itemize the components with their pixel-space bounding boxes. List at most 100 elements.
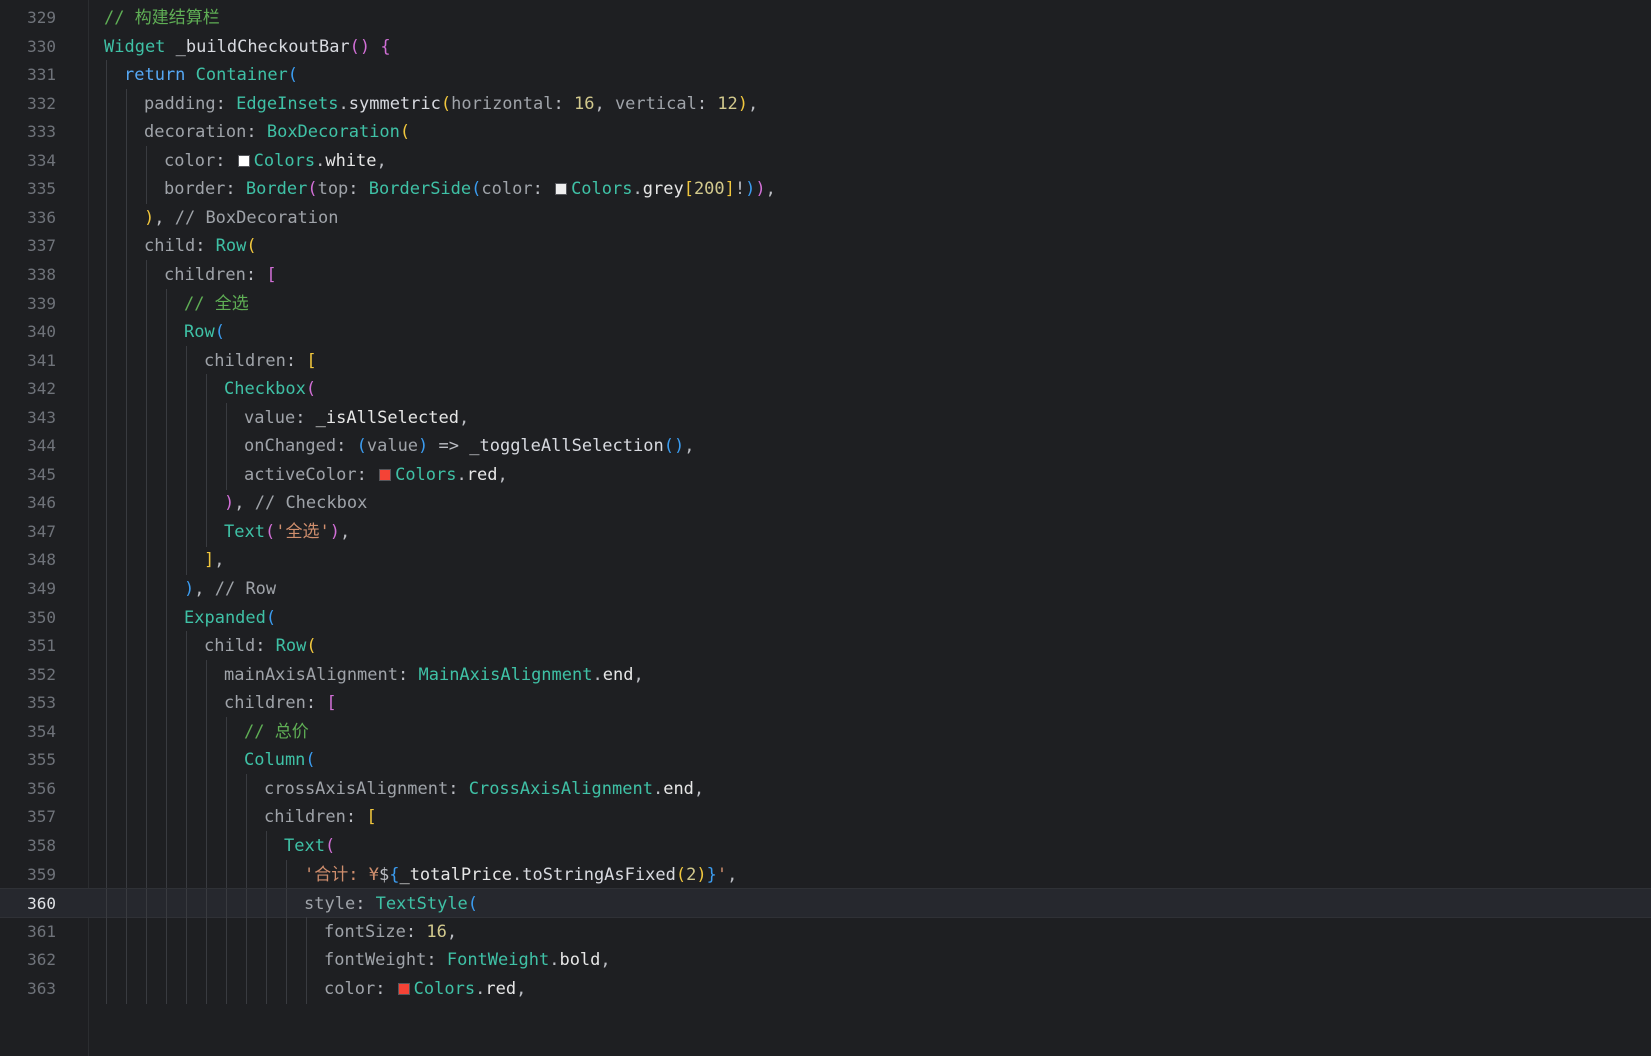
line-number[interactable]: 359 [0,860,56,890]
code-text[interactable]: children: [ [224,688,337,718]
line-number[interactable]: 341 [0,346,56,376]
line-number[interactable]: 360 [0,889,56,919]
line-number[interactable]: 343 [0,403,56,433]
line-number[interactable]: 353 [0,688,56,718]
line-number[interactable]: 361 [0,917,56,947]
code-line[interactable]: 361 fontSize: 16, [0,916,1651,947]
code-line[interactable]: 351 child: Row( [0,631,1651,662]
line-number[interactable]: 357 [0,802,56,832]
line-number[interactable]: 332 [0,89,56,119]
code-line[interactable]: 349), // Row [0,574,1651,604]
code-line[interactable]: 350 Expanded( [0,602,1651,633]
code-line[interactable]: 341 children: [ [0,345,1651,376]
line-number[interactable]: 336 [0,203,56,233]
code-text[interactable]: border: Border(top: BorderSide(color: Co… [164,174,776,204]
code-text[interactable]: children: [ [204,346,317,376]
line-number[interactable]: 348 [0,545,56,575]
code-line[interactable]: 330 Widget _buildCheckoutBar() { [0,32,1651,62]
line-number[interactable]: 344 [0,431,56,461]
code-line[interactable]: 348], [0,545,1651,576]
code-text[interactable]: Widget _buildCheckoutBar() { [104,32,391,62]
color-swatch-icon[interactable] [237,154,250,167]
code-line[interactable]: 358 Text( [0,830,1651,861]
color-swatch-icon[interactable] [379,468,392,481]
code-line[interactable]: 339 // 全选 [0,288,1651,319]
code-line[interactable]: 354 // 总价 [0,716,1651,747]
code-text[interactable]: style: TextStyle( [304,889,478,919]
code-text[interactable]: value: _isAllSelected, [244,403,469,433]
code-line[interactable]: 363 color: Colors.red, [0,973,1651,1004]
color-swatch-icon[interactable] [555,183,568,196]
code-text[interactable]: onChanged: (value) => _toggleAllSelectio… [244,431,694,461]
code-text[interactable]: decoration: BoxDecoration( [144,117,410,147]
code-line[interactable]: 352 mainAxisAlignment: MainAxisAlignment.… [0,659,1651,690]
code-line[interactable]: 342 Checkbox( [0,374,1651,405]
code-text[interactable]: mainAxisAlignment: MainAxisAlignment.end… [224,660,644,690]
code-line[interactable]: 359 '合计: ¥${_totalPrice.toStringAsFixed(2… [0,859,1651,890]
code-text[interactable]: Expanded( [184,603,276,633]
code-line[interactable]: 340 Row( [0,317,1651,348]
line-number[interactable]: 340 [0,317,56,347]
code-text[interactable]: activeColor: Colors.red, [244,460,508,490]
line-number[interactable]: 335 [0,174,56,204]
line-number[interactable]: 354 [0,717,56,747]
code-line[interactable]: 331 return Container( [0,60,1651,91]
line-number[interactable]: 334 [0,146,56,176]
code-line[interactable]: 334 color: Colors.white, [0,145,1651,176]
code-text[interactable]: ), // BoxDecoration [144,203,339,233]
line-number[interactable]: 333 [0,117,56,147]
code-line[interactable]: 353 children: [ [0,688,1651,719]
code-line[interactable]: 343 value: _isAllSelected, [0,402,1651,433]
current-code-line[interactable]: 360 style: TextStyle( [0,888,1651,920]
code-text[interactable]: // 全选 [184,289,249,319]
code-text[interactable]: Row( [184,317,225,347]
code-line[interactable]: 357 children: [ [0,802,1651,833]
code-text[interactable]: crossAxisAlignment: CrossAxisAlignment.e… [264,774,704,804]
code-line[interactable]: 338 children: [ [0,259,1651,290]
code-text[interactable]: ), // Row [184,574,276,604]
line-number[interactable]: 358 [0,831,56,861]
line-number[interactable]: 339 [0,289,56,319]
line-number[interactable]: 351 [0,631,56,661]
code-text[interactable]: children: [ [264,802,377,832]
color-swatch-icon[interactable] [397,982,410,995]
line-number[interactable]: 342 [0,374,56,404]
code-line[interactable]: 337 child: Row( [0,231,1651,262]
code-text[interactable]: ), // Checkbox [224,488,367,518]
line-number[interactable]: 356 [0,774,56,804]
code-text[interactable]: return Container( [124,60,298,90]
line-number[interactable]: 330 [0,32,56,62]
code-text[interactable]: '合计: ¥${_totalPrice.toStringAsFixed(2)}'… [304,860,737,890]
code-text[interactable]: color: Colors.red, [324,974,526,1004]
code-editor[interactable]: 329 // 构建结算栏 330 Widget _buildCheckoutBar()… [0,0,1651,1056]
code-text[interactable]: Checkbox( [224,374,316,404]
line-number[interactable]: 363 [0,974,56,1004]
code-line[interactable]: 333 decoration: BoxDecoration( [0,117,1651,148]
code-text[interactable]: Text( [284,831,335,861]
line-number[interactable]: 337 [0,231,56,261]
code-line[interactable]: 335 border: Border(top: BorderSide(color:… [0,174,1651,205]
code-line[interactable]: 344 onChanged: (value) => _toggleAllSelec… [0,431,1651,462]
line-number[interactable]: 338 [0,260,56,290]
line-number[interactable]: 329 [0,3,56,33]
line-number[interactable]: 352 [0,660,56,690]
code-text[interactable]: fontWeight: FontWeight.bold, [324,945,611,975]
code-text[interactable]: child: Row( [144,231,257,261]
line-number[interactable]: 347 [0,517,56,547]
line-number[interactable]: 362 [0,945,56,975]
line-number[interactable]: 350 [0,603,56,633]
code-line[interactable]: 346 ), // Checkbox [0,488,1651,519]
code-line[interactable]: 332 padding: EdgeInsets.symmetric(horizon… [0,88,1651,119]
code-text[interactable]: // 总价 [244,717,309,747]
code-line[interactable]: 345 activeColor: Colors.red, [0,459,1651,490]
code-line[interactable]: 356 crossAxisAlignment: CrossAxisAlignmen… [0,773,1651,804]
code-line[interactable]: 336 ), // BoxDecoration [0,202,1651,233]
code-text[interactable]: ], [204,545,225,575]
code-text[interactable]: color: Colors.white, [164,146,387,176]
code-text[interactable]: Column( [244,745,316,775]
code-line[interactable]: 355 Column( [0,745,1651,776]
code-text[interactable]: child: Row( [204,631,317,661]
code-text[interactable]: // 构建结算栏 [104,3,220,33]
code-text[interactable]: fontSize: 16, [324,917,457,947]
line-number[interactable]: 346 [0,488,56,518]
